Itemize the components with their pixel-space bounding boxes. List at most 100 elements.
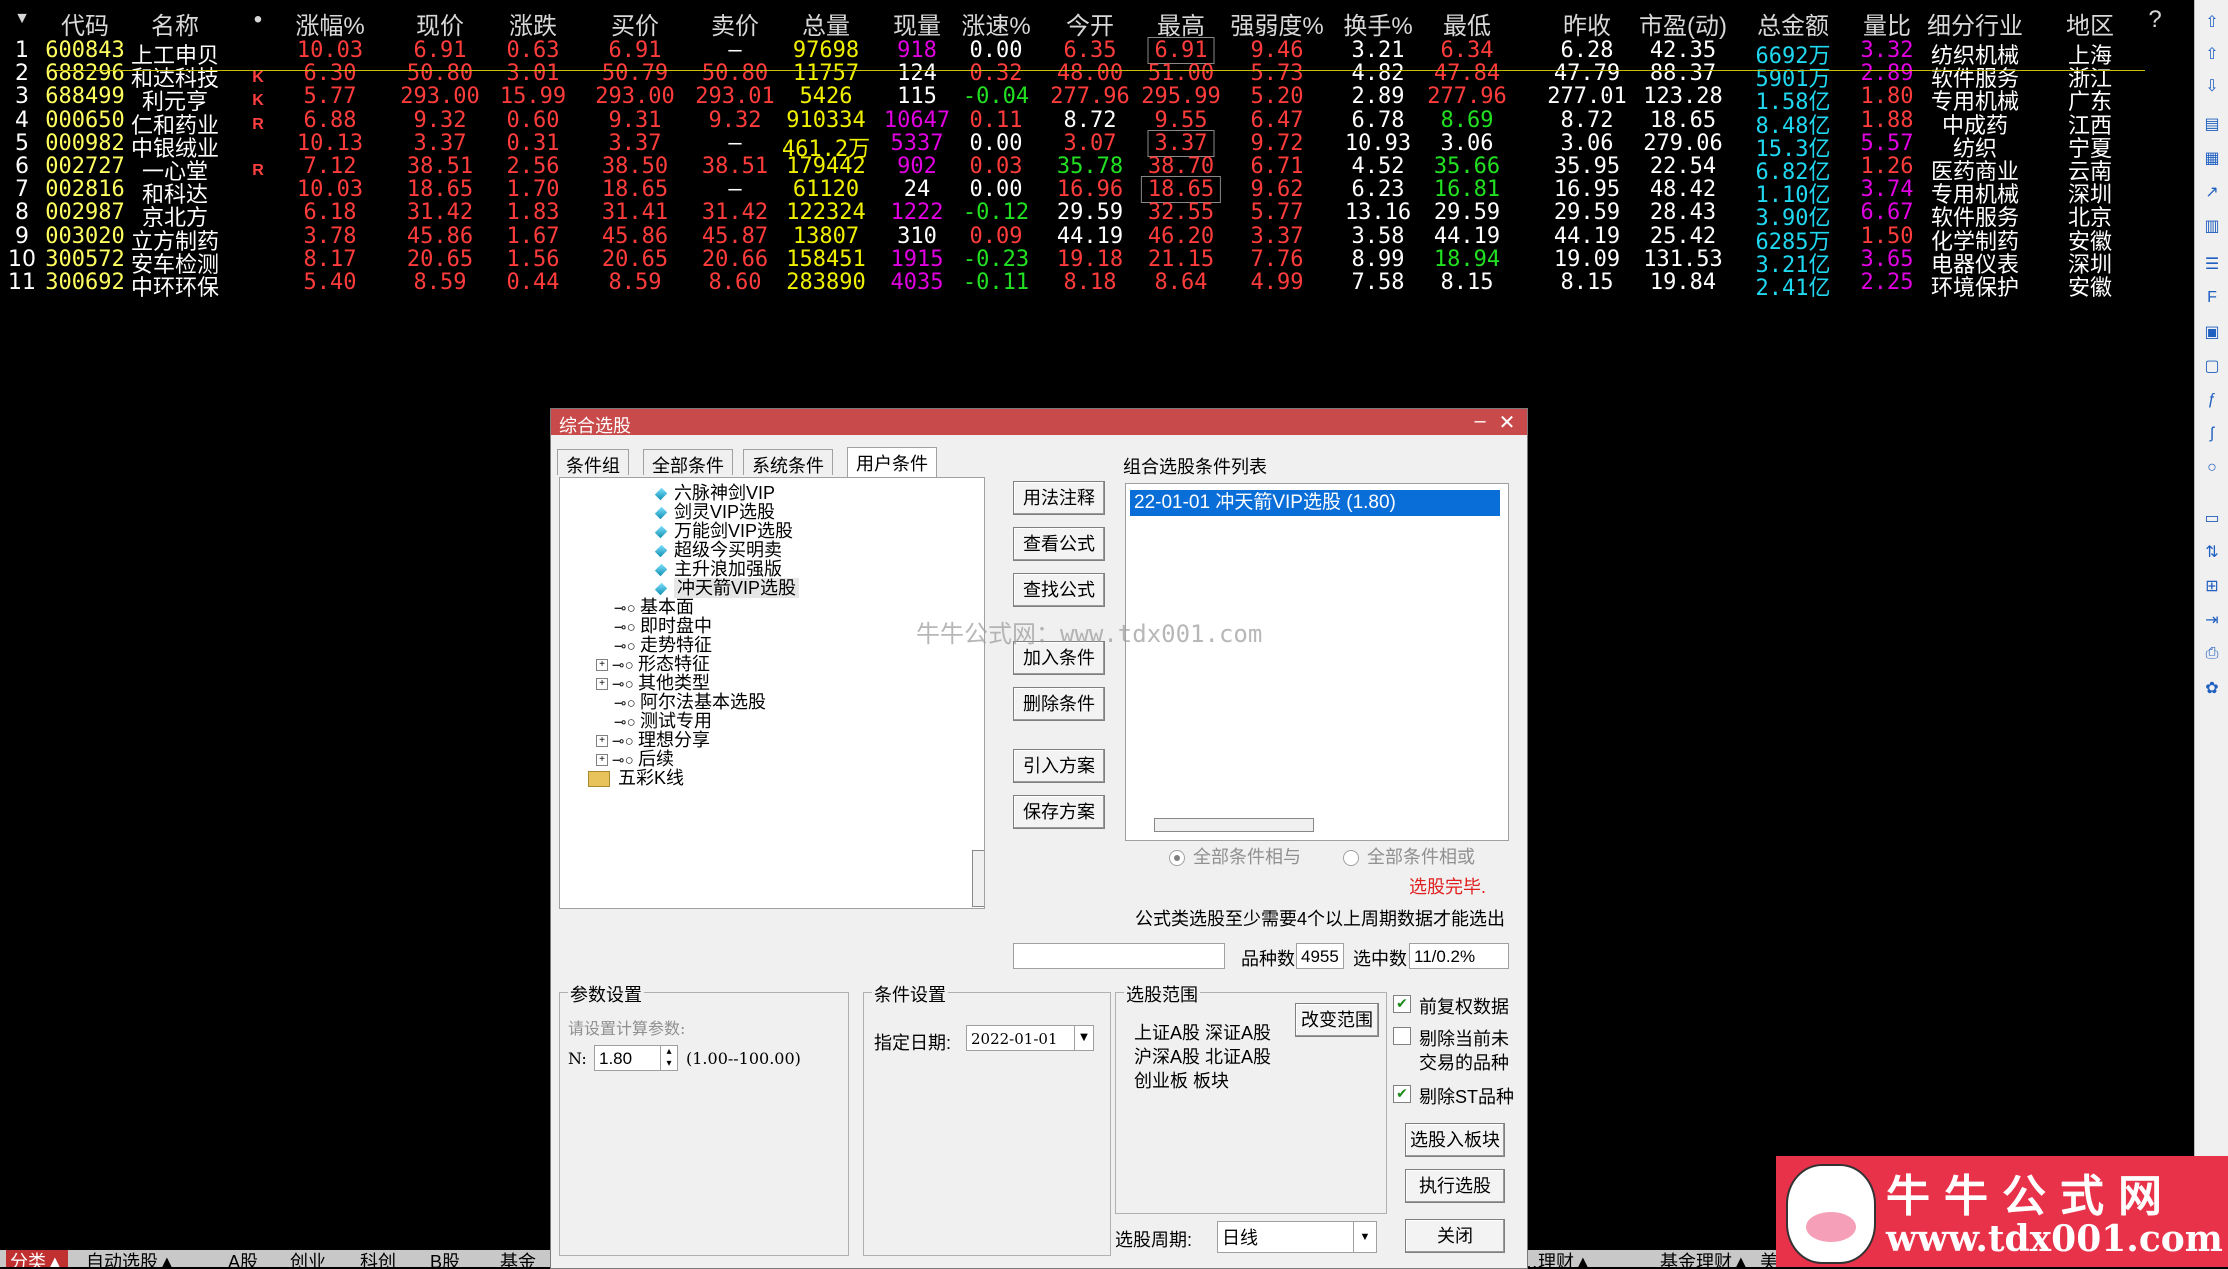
condition-key-icon: ⊸○ (614, 600, 636, 617)
condition-list[interactable]: 22-01-01 冲天箭VIP选股 (1.80) (1125, 483, 1509, 841)
param-settings-group: 参数设置 请设置计算参数: N: 1.80 ▴ ▾ (1.00--100.00) (559, 981, 849, 1256)
restore-data-checkbox[interactable]: ✔ (1393, 995, 1411, 1013)
fiz-icon[interactable]: ƒ (2200, 388, 2224, 412)
exclude-st-label: 剔除ST品种 (1419, 1087, 1515, 1107)
delete-condition-button[interactable]: 删除条件 (1013, 687, 1105, 721)
formula-icon[interactable]: ▢ (2200, 354, 2224, 378)
change-range-button[interactable]: 改变范围 (1295, 1003, 1379, 1037)
date-value: 2022-01-01 (971, 1030, 1058, 1048)
circle-icon[interactable]: ○ (2200, 456, 2224, 480)
untraded-label-1: 剔除当前未 (1419, 1029, 1509, 1049)
count-value: 4955 (1296, 943, 1344, 969)
execute-selection-button[interactable]: 执行选股 (1405, 1169, 1505, 1203)
chevron-down-icon[interactable]: ▼ (1353, 1222, 1376, 1252)
cell-turnover: 7.58 (1351, 270, 1405, 295)
param-n-value: 1.80 (599, 1049, 633, 1068)
add-to-block-button[interactable]: 选股入板块 (1405, 1123, 1505, 1157)
quote-icon[interactable]: ▤ (2200, 112, 2224, 136)
formula-icon (654, 488, 668, 501)
list-item[interactable]: 22-01-01 冲天箭VIP选股 (1.80) (1130, 490, 1500, 516)
sort-down-icon[interactable]: ▼ (14, 10, 30, 28)
range-line-2: 沪深A股 北证A股 (1134, 1047, 1272, 1067)
import-icon[interactable]: ⇥ (2200, 608, 2224, 632)
tab-condition-group[interactable]: 条件组 (557, 449, 629, 476)
report-icon[interactable]: ▣ (2200, 320, 2224, 344)
tree-vertical-scrollbar[interactable] (972, 850, 984, 907)
param-n-stepper[interactable]: 1.80 ▴ ▾ (594, 1045, 678, 1071)
grid-icon[interactable]: ⊞ (2200, 574, 2224, 598)
cell-vol: 283890 (786, 270, 866, 295)
date-picker[interactable]: 2022-01-01 ▼ (966, 1025, 1094, 1051)
sort-icon[interactable]: ⇅ (2200, 540, 2224, 564)
param-group-title: 参数设置 (568, 981, 644, 1007)
tab-user-conditions[interactable]: 用户条件 (847, 447, 937, 477)
exclude-st-checkbox[interactable]: ✔ (1393, 1085, 1411, 1103)
table-row[interactable]: 11 300692 中环环保 5.40 8.59 0.44 8.59 8.60 283890 40… (0, 266, 2150, 301)
cell-bid: 8.59 (608, 270, 662, 295)
condition-tree[interactable]: 五彩K线 + ⊸○ 后续 + ⊸○ 理想分享 ⊸○ 测试专用 ⊸○ 阿尔法基本选股 + ⊸○ 其他类型 + ⊸… (559, 477, 985, 909)
arrow-up-icon[interactable]: ⇧ (2200, 10, 2224, 34)
stock-screener-dialog: 综合选股 – ✕ 条件组 全部条件 系统条件 用户条件 五彩K线 + ⊸○ 后续 + ⊸○… (550, 408, 1528, 1269)
param-range: (1.00--100.00) (686, 1049, 801, 1068)
bottom-tab[interactable]: 分类▲ (6, 1250, 68, 1267)
selected-value: 11/0.2% (1409, 943, 1509, 969)
column-header[interactable]: ? (2148, 6, 2161, 34)
save-plan-button[interactable]: 保存方案 (1013, 795, 1105, 829)
cell-diff: 0.44 (506, 270, 560, 295)
table-icon[interactable]: ▦ (2200, 146, 2224, 170)
param-hint: 请设置计算参数: (568, 1019, 686, 1038)
cell-open: 8.18 (1063, 270, 1117, 295)
bottom-tab[interactable]: 科创 (360, 1250, 396, 1267)
untraded-checkbox[interactable] (1393, 1027, 1411, 1045)
line-chart-icon[interactable]: ↗ (2200, 180, 2224, 204)
range-line-1: 上证A股 深证A股 (1134, 1023, 1272, 1043)
cell-amount: 2.41亿 (1755, 276, 1831, 301)
candlestick-icon[interactable]: ▥ (2200, 214, 2224, 238)
radio-all-or-label: 全部条件相或 (1367, 847, 1475, 867)
spin-arrows-icon[interactable]: ▴ ▾ (660, 1046, 677, 1070)
radio-all-and[interactable]: 全部条件相与 (1169, 843, 1301, 869)
import-plan-button[interactable]: 引入方案 (1013, 749, 1105, 783)
cell-low: 8.15 (1440, 270, 1494, 295)
tree-item[interactable]: 六脉神剑VIP (654, 480, 775, 506)
expand-icon[interactable]: + (596, 735, 608, 748)
settings-icon[interactable]: ✿ (2200, 676, 2224, 700)
bottom-tab[interactable]: …理财▲ (1520, 1250, 1592, 1267)
cell-idx: 11 (8, 270, 36, 295)
site-logo: 牛牛公式网 www.tdx001.com (1776, 1156, 2228, 1267)
cell-ratio: 2.25 (1860, 270, 1914, 295)
printer-icon[interactable]: ⎙ (2200, 642, 2224, 666)
radio-all-and-label: 全部条件相与 (1193, 847, 1301, 867)
bottom-tab[interactable]: 创业 (290, 1250, 326, 1267)
bottom-tab[interactable]: B股 (430, 1250, 460, 1267)
cell-high: 8.64 (1154, 270, 1208, 295)
expand-icon[interactable]: + (596, 678, 608, 691)
bottom-tab[interactable]: 基金 (500, 1250, 536, 1267)
column-header[interactable]: • (254, 6, 262, 34)
list-icon[interactable]: ☰ (2200, 252, 2224, 276)
usage-note-button[interactable]: 用法注释 (1013, 481, 1105, 515)
cond-group-title: 条件设置 (872, 981, 948, 1007)
arrow-down-icon[interactable]: ⇩ (2200, 74, 2224, 98)
arrow-up-icon[interactable]: ⇧ (2200, 42, 2224, 66)
finance-icon[interactable]: F (2200, 286, 2224, 310)
expand-icon[interactable]: + (596, 659, 608, 672)
folder-icon[interactable]: ▭ (2200, 506, 2224, 530)
expand-icon[interactable]: + (596, 754, 608, 767)
close-button[interactable]: 关闭 (1405, 1219, 1505, 1253)
find-formula-button[interactable]: 查找公式 (1013, 573, 1105, 607)
radio-all-or[interactable]: 全部条件相或 (1343, 843, 1475, 869)
tab-system-conditions[interactable]: 系统条件 (743, 449, 833, 476)
chevron-down-icon[interactable]: ▼ (1074, 1026, 1093, 1050)
period-select[interactable]: 日线 ▼ (1217, 1221, 1377, 1253)
function-icon[interactable]: ʃ (2200, 422, 2224, 446)
condition-list-title: 组合选股条件列表 (1123, 457, 1267, 477)
view-formula-button[interactable]: 查看公式 (1013, 527, 1105, 561)
close-icon[interactable]: ✕ (1496, 410, 1518, 434)
tab-all-conditions[interactable]: 全部条件 (643, 449, 733, 476)
bottom-tab[interactable]: A股 (228, 1250, 258, 1267)
bottom-tab[interactable]: 基金理财▲ (1660, 1250, 1750, 1267)
bottom-tab[interactable]: 自动选股▲ (86, 1250, 176, 1267)
list-horizontal-scrollbar[interactable] (1154, 818, 1314, 832)
minimize-icon[interactable]: – (1469, 410, 1491, 432)
